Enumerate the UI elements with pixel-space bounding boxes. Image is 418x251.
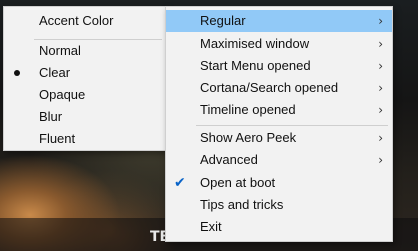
checkmark-icon: ✔	[174, 175, 186, 191]
chevron-right-icon: ›	[378, 14, 383, 28]
menu-item-open-at-boot[interactable]: ✔ Open at boot	[166, 172, 392, 194]
chevron-right-icon: ›	[378, 153, 383, 167]
radio-bullet-icon	[14, 70, 20, 76]
chevron-right-icon: ›	[378, 59, 383, 73]
menu-item-tips-and-tricks[interactable]: Tips and tricks	[166, 194, 392, 216]
chevron-right-icon: ›	[378, 81, 383, 95]
submenu-header-accent-color[interactable]: Accent Color	[4, 10, 166, 32]
menu-item-regular[interactable]: Regular ›	[166, 10, 392, 32]
menu-item-maximised-window[interactable]: Maximised window ›	[166, 33, 392, 55]
context-menu: Regular › Maximised window › Start Menu …	[165, 6, 393, 242]
submenu-item-normal[interactable]: Normal	[4, 40, 166, 62]
chevron-right-icon: ›	[378, 103, 383, 117]
submenu-item-blur[interactable]: Blur	[4, 106, 166, 128]
chevron-right-icon: ›	[378, 37, 383, 51]
menu-item-exit[interactable]: Exit	[166, 216, 392, 238]
submenu-item-opaque[interactable]: Opaque	[4, 84, 166, 106]
menu-item-cortana-search-opened[interactable]: Cortana/Search opened ›	[166, 77, 392, 99]
accent-color-submenu: Accent Color Normal Clear Opaque Blur Fl…	[3, 6, 167, 151]
submenu-item-fluent[interactable]: Fluent	[4, 128, 166, 150]
menu-item-timeline-opened[interactable]: Timeline opened ›	[166, 99, 392, 121]
menu-item-advanced[interactable]: Advanced ›	[166, 149, 392, 171]
submenu-item-clear[interactable]: Clear	[4, 62, 166, 84]
menu-item-start-menu-opened[interactable]: Start Menu opened ›	[166, 55, 392, 77]
menu-item-show-aero-peek[interactable]: Show Aero Peek ›	[166, 127, 392, 149]
menu-separator	[196, 125, 388, 126]
chevron-right-icon: ›	[378, 131, 383, 145]
